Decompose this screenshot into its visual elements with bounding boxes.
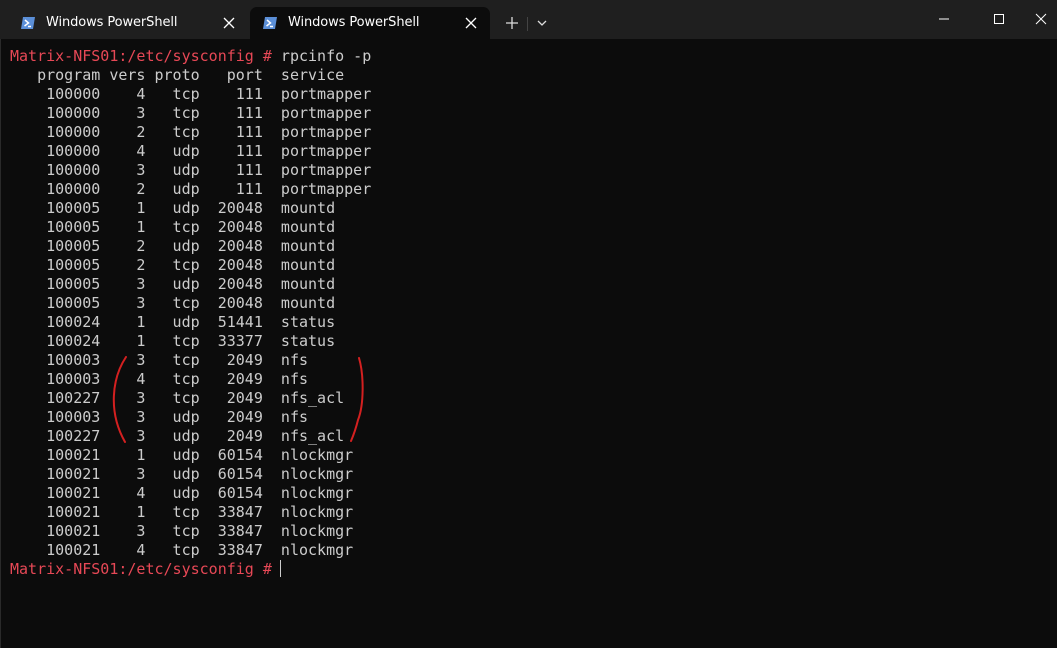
table-row: 100227 3 udp 2049 nfs_acl — [10, 427, 345, 445]
tab-powershell-2[interactable]: Windows PowerShell — [250, 7, 490, 39]
maximize-icon — [994, 14, 1004, 24]
table-row: 100021 4 udp 60154 nlockmgr — [10, 484, 354, 502]
close-icon[interactable] — [220, 14, 238, 32]
table-row: 100003 3 udp 2049 nfs — [10, 408, 309, 426]
powershell-icon — [263, 17, 277, 29]
table-row: 100227 3 tcp 2049 nfs_acl — [10, 389, 345, 407]
table-row: 100003 4 tcp 2049 nfs — [10, 370, 309, 388]
command-line: Matrix-NFS01:/etc/sysconfig # rpcinfo -p — [10, 47, 371, 66]
minimize-button[interactable] — [921, 0, 967, 38]
shell-prompt: Matrix-NFS01:/etc/sysconfig # — [10, 560, 272, 578]
maximize-button[interactable] — [976, 0, 1022, 38]
table-row: 100000 3 tcp 111 portmapper — [10, 104, 372, 122]
terminal-output[interactable]: Matrix-NFS01:/etc/sysconfig # rpcinfo -p… — [0, 39, 1057, 648]
shell-prompt: Matrix-NFS01:/etc/sysconfig # — [10, 47, 272, 65]
table-row: 100021 3 udp 60154 nlockmgr — [10, 465, 354, 483]
table-row: 100021 3 tcp 33847 nlockmgr — [10, 522, 354, 540]
close-icon[interactable] — [462, 14, 480, 32]
table-row: 100024 1 tcp 33377 status — [10, 332, 336, 350]
table-row: 100000 2 tcp 111 portmapper — [10, 123, 372, 141]
title-bar: Windows PowerShell Windows PowerShell — [0, 0, 1057, 39]
chevron-down-icon[interactable] — [530, 11, 554, 35]
command-text: rpcinfo -p — [271, 47, 372, 65]
tab-powershell-1[interactable]: Windows PowerShell — [8, 7, 248, 39]
table-row: 100021 1 udp 60154 nlockmgr — [10, 446, 354, 464]
plus-icon[interactable] — [500, 11, 524, 35]
table-row: 100000 4 tcp 111 portmapper — [10, 85, 372, 103]
tab-label: Windows PowerShell — [46, 15, 178, 30]
table-row: 100000 4 udp 111 portmapper — [10, 142, 372, 160]
table-row: 100005 2 udp 20048 mountd — [10, 237, 336, 255]
terminal-window: Windows PowerShell Windows PowerShell Ma… — [0, 0, 1057, 648]
powershell-icon — [21, 17, 35, 29]
tab-label: Windows PowerShell — [288, 15, 420, 30]
table-row: 100005 2 tcp 20048 mountd — [10, 256, 336, 274]
window-close-button[interactable] — [1018, 0, 1057, 38]
window-close-icon — [1035, 13, 1047, 25]
table-row: 100000 2 udp 111 portmapper — [10, 180, 372, 198]
table-row: 100021 1 tcp 33847 nlockmgr — [10, 503, 354, 521]
table-row: 100024 1 udp 51441 status — [10, 313, 336, 331]
table-row: 100003 3 tcp 2049 nfs — [10, 351, 309, 369]
table-row: 100005 1 udp 20048 mountd — [10, 199, 336, 217]
table-row: 100005 1 tcp 20048 mountd — [10, 218, 336, 236]
table-row: 100005 3 tcp 20048 mountd — [10, 294, 336, 312]
table-header: program vers proto port service — [10, 66, 345, 84]
table-row: 100021 4 tcp 33847 nlockmgr — [10, 541, 354, 559]
table-row: 100005 3 udp 20048 mountd — [10, 275, 336, 293]
minimize-icon — [939, 18, 949, 20]
table-row: 100000 3 udp 111 portmapper — [10, 161, 372, 179]
tab-separator — [527, 17, 528, 31]
current-prompt-line[interactable]: Matrix-NFS01:/etc/sysconfig # — [10, 560, 281, 579]
text-cursor — [279, 560, 281, 577]
